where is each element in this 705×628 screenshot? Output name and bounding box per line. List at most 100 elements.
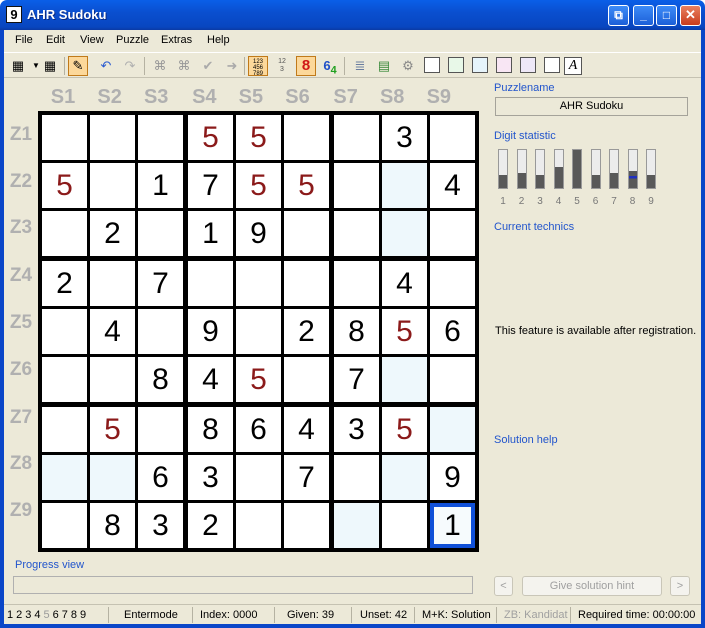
color-swatch-white[interactable] [424, 57, 440, 73]
binoculars-icon[interactable]: ⌘ [150, 56, 170, 76]
sudoku-cell-r8c6[interactable]: 7 [284, 455, 329, 500]
candidates-grid-icon[interactable]: 123 456 789 [248, 56, 268, 77]
sudoku-cell-r6c4[interactable]: 4 [188, 357, 233, 402]
sudoku-cell-r4c2[interactable] [90, 261, 135, 306]
sudoku-cell-r6c5[interactable]: 5 [236, 357, 281, 402]
sudoku-cell-r9c3[interactable]: 3 [138, 503, 183, 548]
bar-chart-icon[interactable]: ▤ [374, 56, 394, 76]
sudoku-cell-r6c2[interactable] [90, 357, 135, 402]
sudoku-cell-r7c7[interactable]: 3 [334, 407, 379, 452]
sudoku-cell-r3c7[interactable] [334, 211, 379, 256]
sudoku-cell-r4c8[interactable]: 4 [382, 261, 427, 306]
sudoku-cell-r4c6[interactable] [284, 261, 329, 306]
check-icon[interactable]: ✔ [198, 56, 218, 76]
sudoku-cell-r9c7[interactable] [334, 503, 379, 548]
sudoku-cell-r2c4[interactable]: 7 [188, 163, 233, 208]
sudoku-cell-r8c3[interactable]: 6 [138, 455, 183, 500]
digit-8-tool[interactable]: 8 [296, 56, 316, 76]
pencil-icon[interactable]: ✎ [68, 56, 88, 76]
sudoku-cell-r5c2[interactable]: 4 [90, 309, 135, 354]
menu-view[interactable]: View [80, 34, 104, 46]
sudoku-cell-r4c5[interactable] [236, 261, 281, 306]
sudoku-cell-r4c7[interactable] [334, 261, 379, 306]
mode-digit[interactable]: 4 [34, 609, 40, 621]
menu-file[interactable]: File [15, 34, 33, 46]
redo-icon[interactable]: ↷ [120, 56, 140, 76]
arrow-right-icon[interactable]: ➜ [222, 56, 242, 76]
sudoku-cell-r8c9[interactable]: 9 [430, 455, 475, 500]
mode-digits[interactable]: 123456789 [7, 609, 89, 621]
sudoku-cell-r2c5[interactable]: 5 [236, 163, 281, 208]
puzzlename-field[interactable]: AHR Sudoku [495, 97, 688, 116]
sudoku-cell-r1c7[interactable] [334, 115, 379, 160]
mode-digit[interactable]: 8 [71, 609, 77, 621]
menu-help[interactable]: Help [207, 34, 230, 46]
sudoku-cell-r8c7[interactable] [334, 455, 379, 500]
sudoku-cell-r6c1[interactable] [42, 357, 87, 402]
sudoku-cell-r6c8[interactable] [382, 357, 427, 402]
mode-digit[interactable]: 2 [16, 609, 22, 621]
menu-extras[interactable]: Extras [161, 34, 192, 46]
sudoku-cell-r8c4[interactable]: 3 [188, 455, 233, 500]
database-icon[interactable]: ≣ [350, 56, 370, 76]
sudoku-cell-r7c5[interactable]: 6 [236, 407, 281, 452]
minimize-icon[interactable]: _ [633, 5, 654, 26]
sudoku-cell-r7c3[interactable] [138, 407, 183, 452]
sudoku-cell-r5c7[interactable]: 8 [334, 309, 379, 354]
sudoku-cell-r9c1[interactable] [42, 503, 87, 548]
sudoku-cell-r2c7[interactable] [334, 163, 379, 208]
color-swatch-pink[interactable] [496, 57, 512, 73]
sudoku-cell-r7c2[interactable]: 5 [90, 407, 135, 452]
sudoku-cell-r6c9[interactable] [430, 357, 475, 402]
previous-hint-button[interactable]: < [494, 576, 513, 596]
mode-digit[interactable]: 7 [62, 609, 68, 621]
sudoku-cell-r1c4[interactable]: 5 [188, 115, 233, 160]
sudoku-cell-r2c1[interactable]: 5 [42, 163, 87, 208]
mode-digit[interactable]: 1 [7, 609, 13, 621]
sudoku-cell-r2c2[interactable] [90, 163, 135, 208]
color-swatch-white-2[interactable] [544, 57, 560, 73]
text-tool-icon[interactable]: A [564, 57, 582, 75]
undo-icon[interactable]: ↶ [96, 56, 116, 76]
sudoku-cell-r1c1[interactable] [42, 115, 87, 160]
sudoku-cell-r6c7[interactable]: 7 [334, 357, 379, 402]
sudoku-cell-r5c5[interactable] [236, 309, 281, 354]
sudoku-cell-r3c9[interactable] [430, 211, 475, 256]
sudoku-cell-r1c6[interactable] [284, 115, 329, 160]
sudoku-cell-r5c6[interactable]: 2 [284, 309, 329, 354]
sudoku-cell-r1c2[interactable] [90, 115, 135, 160]
sudoku-cell-r4c1[interactable]: 2 [42, 261, 87, 306]
gear-icon[interactable]: ⚙ [398, 56, 418, 76]
sudoku-cell-r5c9[interactable]: 6 [430, 309, 475, 354]
restore-icon[interactable]: ⧉ [608, 5, 629, 26]
sudoku-cell-r9c4[interactable]: 2 [188, 503, 233, 548]
sudoku-cell-r2c6[interactable]: 5 [284, 163, 329, 208]
sudoku-cell-r2c8[interactable] [382, 163, 427, 208]
close-icon[interactable]: ✕ [680, 5, 701, 26]
sudoku-cell-r6c3[interactable]: 8 [138, 357, 183, 402]
sudoku-cell-r6c6[interactable] [284, 357, 329, 402]
sudoku-cell-r8c1[interactable] [42, 455, 87, 500]
sudoku-cell-r5c4[interactable]: 9 [188, 309, 233, 354]
sudoku-cell-r9c9[interactable]: 1 [430, 503, 475, 548]
sudoku-cell-r7c4[interactable]: 8 [188, 407, 233, 452]
sudoku-cell-r8c5[interactable] [236, 455, 281, 500]
mode-digit[interactable]: 5 [44, 609, 50, 621]
give-solution-hint-button[interactable]: Give solution hint [522, 576, 662, 596]
sudoku-cell-r2c9[interactable]: 4 [430, 163, 475, 208]
sudoku-cell-r3c4[interactable]: 1 [188, 211, 233, 256]
sudoku-cell-r9c2[interactable]: 8 [90, 503, 135, 548]
sudoku-cell-r7c6[interactable]: 4 [284, 407, 329, 452]
menu-edit[interactable]: Edit [46, 34, 65, 46]
next-hint-button[interactable]: > [670, 576, 690, 596]
sudoku-cell-r5c1[interactable] [42, 309, 87, 354]
sudoku-cell-r3c1[interactable] [42, 211, 87, 256]
sudoku-cell-r9c6[interactable] [284, 503, 329, 548]
color-swatch-lavender[interactable] [520, 57, 536, 73]
menu-puzzle[interactable]: Puzzle [116, 34, 149, 46]
sudoku-cell-r1c9[interactable] [430, 115, 475, 160]
sudoku-cell-r8c8[interactable] [382, 455, 427, 500]
maximize-icon[interactable]: □ [656, 5, 677, 26]
sudoku-cell-r3c6[interactable] [284, 211, 329, 256]
sudoku-cell-r4c9[interactable] [430, 261, 475, 306]
